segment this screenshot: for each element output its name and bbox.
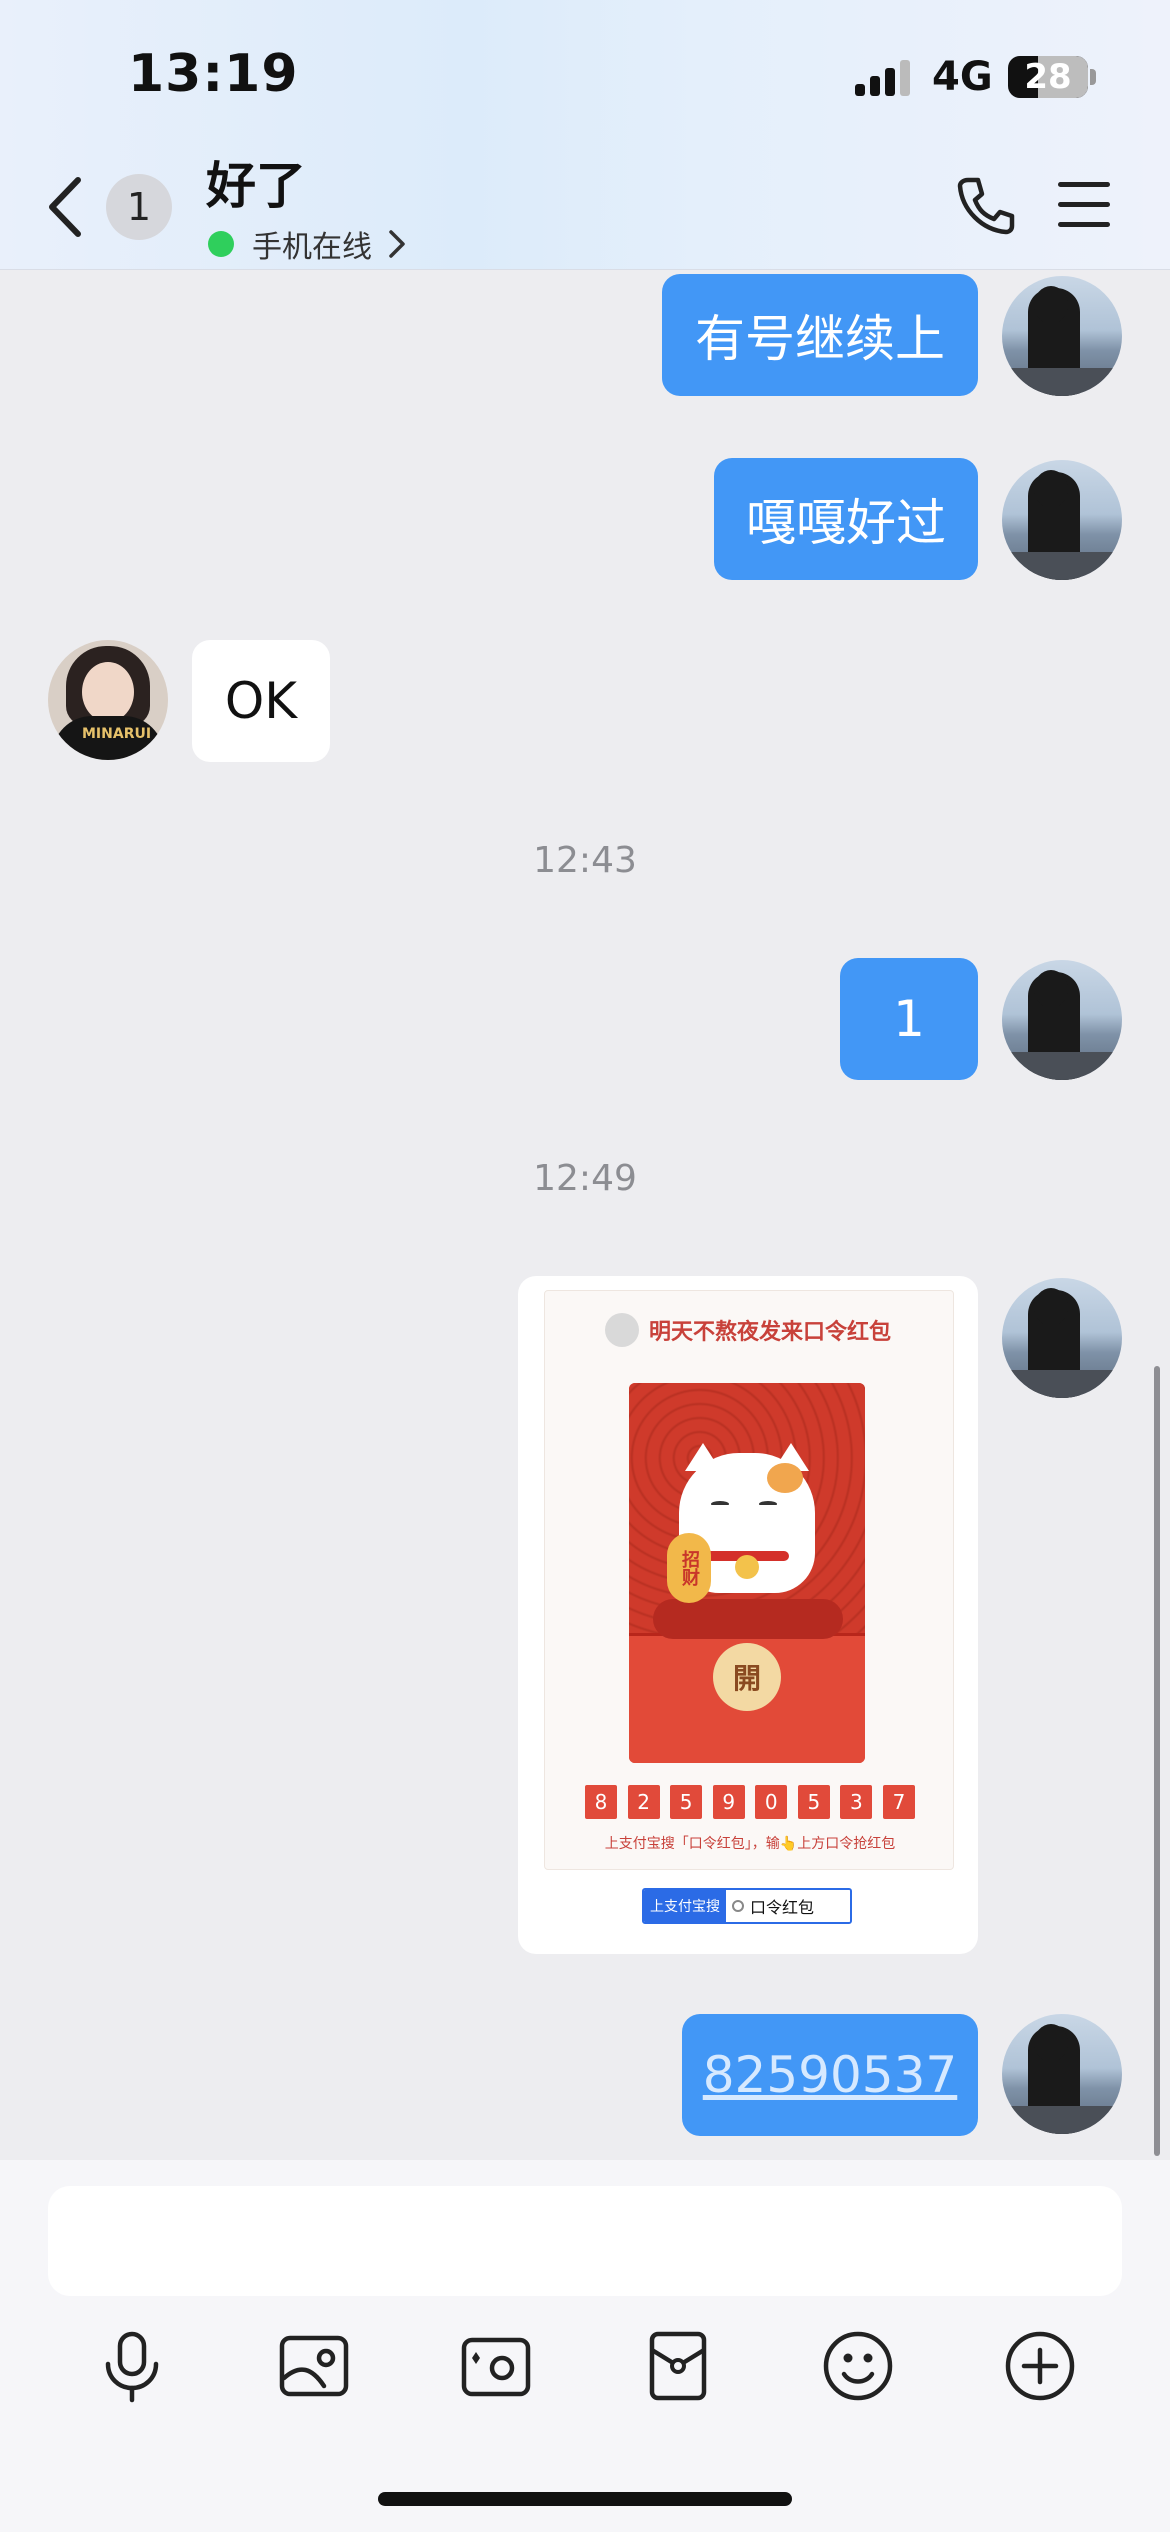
signal-icon (855, 60, 915, 96)
camera-button[interactable] (458, 2328, 534, 2404)
open-packet-button[interactable]: 開 (713, 1643, 781, 1711)
message-bubble[interactable]: 1 (840, 958, 978, 1080)
message-bubble[interactable]: 82590537 (682, 2014, 978, 2136)
unread-badge[interactable]: 1 (106, 174, 172, 240)
red-packet-envelope: 招财 開 (629, 1383, 865, 1763)
plus-icon (1005, 2331, 1075, 2401)
chevron-left-icon (49, 177, 81, 237)
phone-icon (957, 177, 1015, 235)
home-indicator[interactable] (378, 2492, 792, 2506)
red-packet-title: 明天不熬夜发来口令红包 (649, 1320, 892, 1345)
scrollbar[interactable] (1154, 1366, 1160, 2156)
alipay-search-bar: 上支付宝搜 口令红包 (642, 1888, 852, 1924)
coin-icon: 招财 (667, 1533, 711, 1603)
emoji-icon (823, 2331, 893, 2401)
red-packet-button[interactable] (640, 2328, 716, 2404)
chat-header: 13:19 4G 28 1 好了 手机在线 (0, 0, 1170, 270)
message-list[interactable]: 有号继续上 嘎嘎好过 MINARUI OK 12:43 1 12:49 明天不熬… (0, 270, 1170, 2160)
message-timestamp: 12:49 (533, 1158, 637, 1199)
input-area (0, 2160, 1170, 2532)
online-dot-icon (208, 231, 234, 257)
voice-button[interactable] (94, 2328, 170, 2404)
battery-level: 28 (1024, 57, 1072, 97)
red-packet-icon (649, 2331, 707, 2401)
avatar[interactable] (1002, 1278, 1122, 1398)
camera-icon (461, 2337, 531, 2397)
online-status[interactable]: 手机在线 (208, 222, 408, 266)
message-bubble[interactable]: 嘎嘎好过 (714, 458, 978, 580)
chat-title: 好了 (206, 157, 306, 215)
red-packet-hint: 上支付宝搜「口令红包」，输👆上方口令抢红包 (604, 1836, 896, 1852)
message-input[interactable] (48, 2186, 1122, 2296)
avatar[interactable] (1002, 276, 1122, 396)
code-digits: 8 2 5 9 0 5 3 7 (585, 1785, 915, 1819)
avatar[interactable] (1002, 960, 1122, 1080)
microphone-icon (105, 2331, 159, 2403)
menu-button[interactable] (1058, 182, 1110, 230)
call-button[interactable] (954, 174, 1018, 238)
search-term: 口令红包 (750, 1898, 815, 1917)
red-packet-card[interactable]: 明天不熬夜发来口令红包 招财 開 8 2 5 9 0 5 3 7 上支付宝搜「口… (518, 1276, 978, 1954)
menu-icon (1058, 182, 1110, 187)
more-button[interactable] (1002, 2328, 1078, 2404)
network-type: 4G (932, 54, 993, 100)
battery-tip (1090, 69, 1096, 85)
message-timestamp: 12:43 (533, 840, 637, 881)
online-status-text: 手机在线 (252, 230, 372, 265)
back-button[interactable] (40, 172, 90, 242)
image-icon (279, 2335, 349, 2397)
avatar-shirt-text: MINARUI (82, 726, 152, 742)
red-packet-poster: 明天不熬夜发来口令红包 招财 開 8 2 5 9 0 5 3 7 上支付宝搜「口… (544, 1290, 954, 1870)
avatar[interactable]: MINARUI (48, 640, 168, 760)
battery-icon: 28 (1008, 56, 1088, 98)
search-icon (732, 1900, 744, 1912)
chevron-right-icon (389, 230, 405, 258)
status-time: 13:19 (128, 44, 299, 104)
emoji-button[interactable] (820, 2328, 896, 2404)
message-bubble[interactable]: OK (192, 640, 330, 762)
user-icon (605, 1313, 639, 1347)
photo-button[interactable] (276, 2328, 352, 2404)
avatar[interactable] (1002, 460, 1122, 580)
message-bubble[interactable]: 有号继续上 (662, 274, 978, 396)
avatar[interactable] (1002, 2014, 1122, 2134)
search-label: 上支付宝搜 (644, 1890, 726, 1922)
message-link[interactable]: 82590537 (703, 2046, 958, 2104)
